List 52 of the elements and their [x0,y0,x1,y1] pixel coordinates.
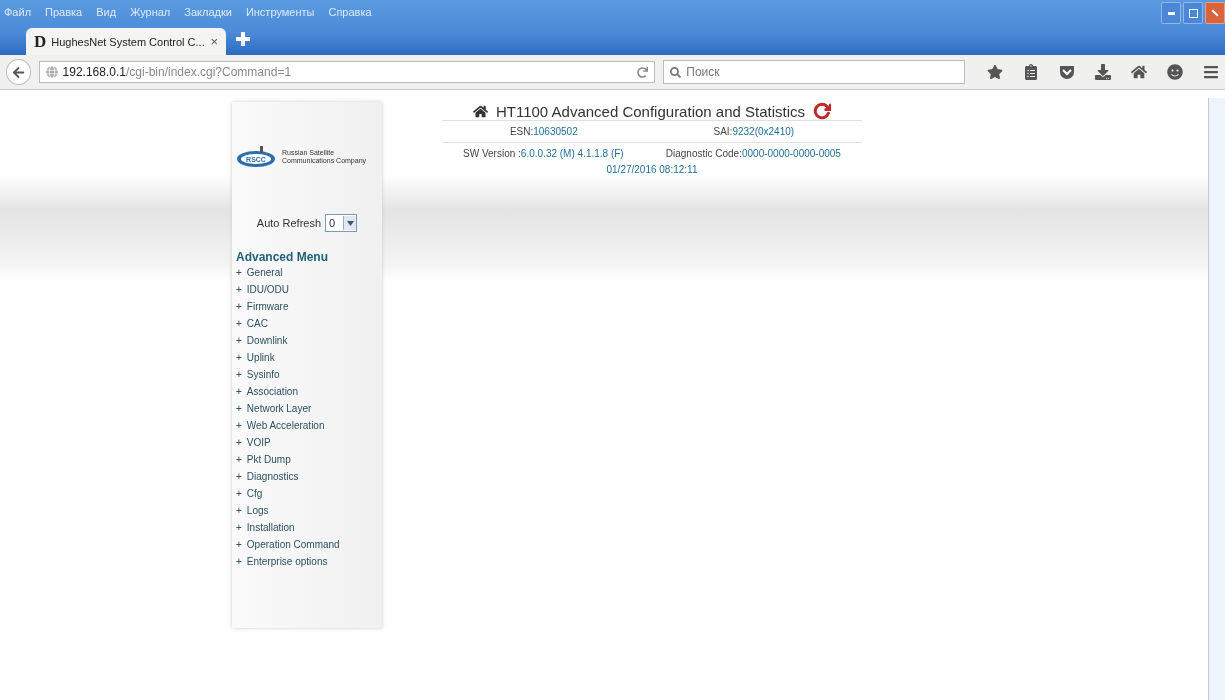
back-button[interactable] [6,59,31,85]
scrollbar[interactable] [1208,98,1225,700]
reload-icon[interactable] [637,66,649,78]
page-title: HT1100 Advanced Configuration and Statistics [495,102,806,120]
home-icon[interactable] [1131,64,1147,80]
tab-close-button[interactable]: × [210,34,218,49]
menu-link[interactable]: + Enterprise options [236,553,378,570]
download-icon[interactable] [1095,64,1111,80]
address-field[interactable]: 192.168.0.1/cgi-bin/index.cgi?Command=1 [38,61,656,83]
menu-link[interactable]: + Installation [236,519,378,536]
menu-link[interactable]: + Logs [236,502,378,519]
clipboard-icon[interactable] [1023,64,1039,80]
timestamp: 01/27/2016 08:12:11 [606,164,698,175]
menu-link[interactable]: + IDU/ODU [236,281,378,298]
minimize-button[interactable] [1161,2,1181,24]
restore-button[interactable] [1183,2,1203,24]
menu-link[interactable]: + Pkt Dump [236,451,378,468]
browser-tab[interactable]: D HughesNet System Control C... × [26,28,226,55]
info-text: SW Version :6.0.0.32 (M) 4.1.1.8 (F) [463,148,624,159]
globe-icon [45,66,58,78]
search-icon [670,66,682,78]
menu-link[interactable]: + Sysinfo [236,366,378,383]
smiley-icon[interactable] [1167,64,1183,80]
shield-icon[interactable] [1059,64,1075,80]
menu-link[interactable]: + Association [236,383,378,400]
menu-link[interactable]: + VOIP [236,434,378,451]
menu-link[interactable]: + Uplink [236,349,378,366]
tab-title: HughesNet System Control C... [51,35,205,48]
star-icon[interactable] [987,64,1003,80]
menu-link[interactable]: + Network Layer [236,400,378,417]
menu-link[interactable]: + Operation Command [236,536,378,553]
menu-link[interactable]: + CAC [236,315,378,332]
menu-link[interactable]: + Diagnostics [236,468,378,485]
menu-link[interactable]: + General [236,264,378,281]
menu-title: Advanced Menu [236,250,329,264]
close-button[interactable] [1205,2,1225,24]
tab-icon: D [34,31,47,52]
info-text: Diagnostic Code:0000-0000-0000-0005 [665,148,841,159]
refresh-icon[interactable] [813,102,832,120]
menu-icon[interactable] [1203,64,1219,80]
menu-link[interactable]: + Downlink [236,332,378,349]
auto-refresh-label: Auto Refresh [256,217,322,229]
home-icon[interactable] [472,103,488,119]
back-arrow-icon [11,65,25,79]
auto-refresh-select[interactable]: 0 [325,214,358,232]
info-text: ESN:10630502 [509,126,578,137]
menu-link[interactable]: + Firmware [236,298,378,315]
search-field[interactable]: Поиск [663,60,965,84]
menu-link[interactable]: + Web Acceleration [236,417,378,434]
caret-icon [346,220,354,226]
info-text: SAI:9232(0x2410) [713,126,795,137]
menu-link[interactable]: + Cfg [236,485,378,502]
